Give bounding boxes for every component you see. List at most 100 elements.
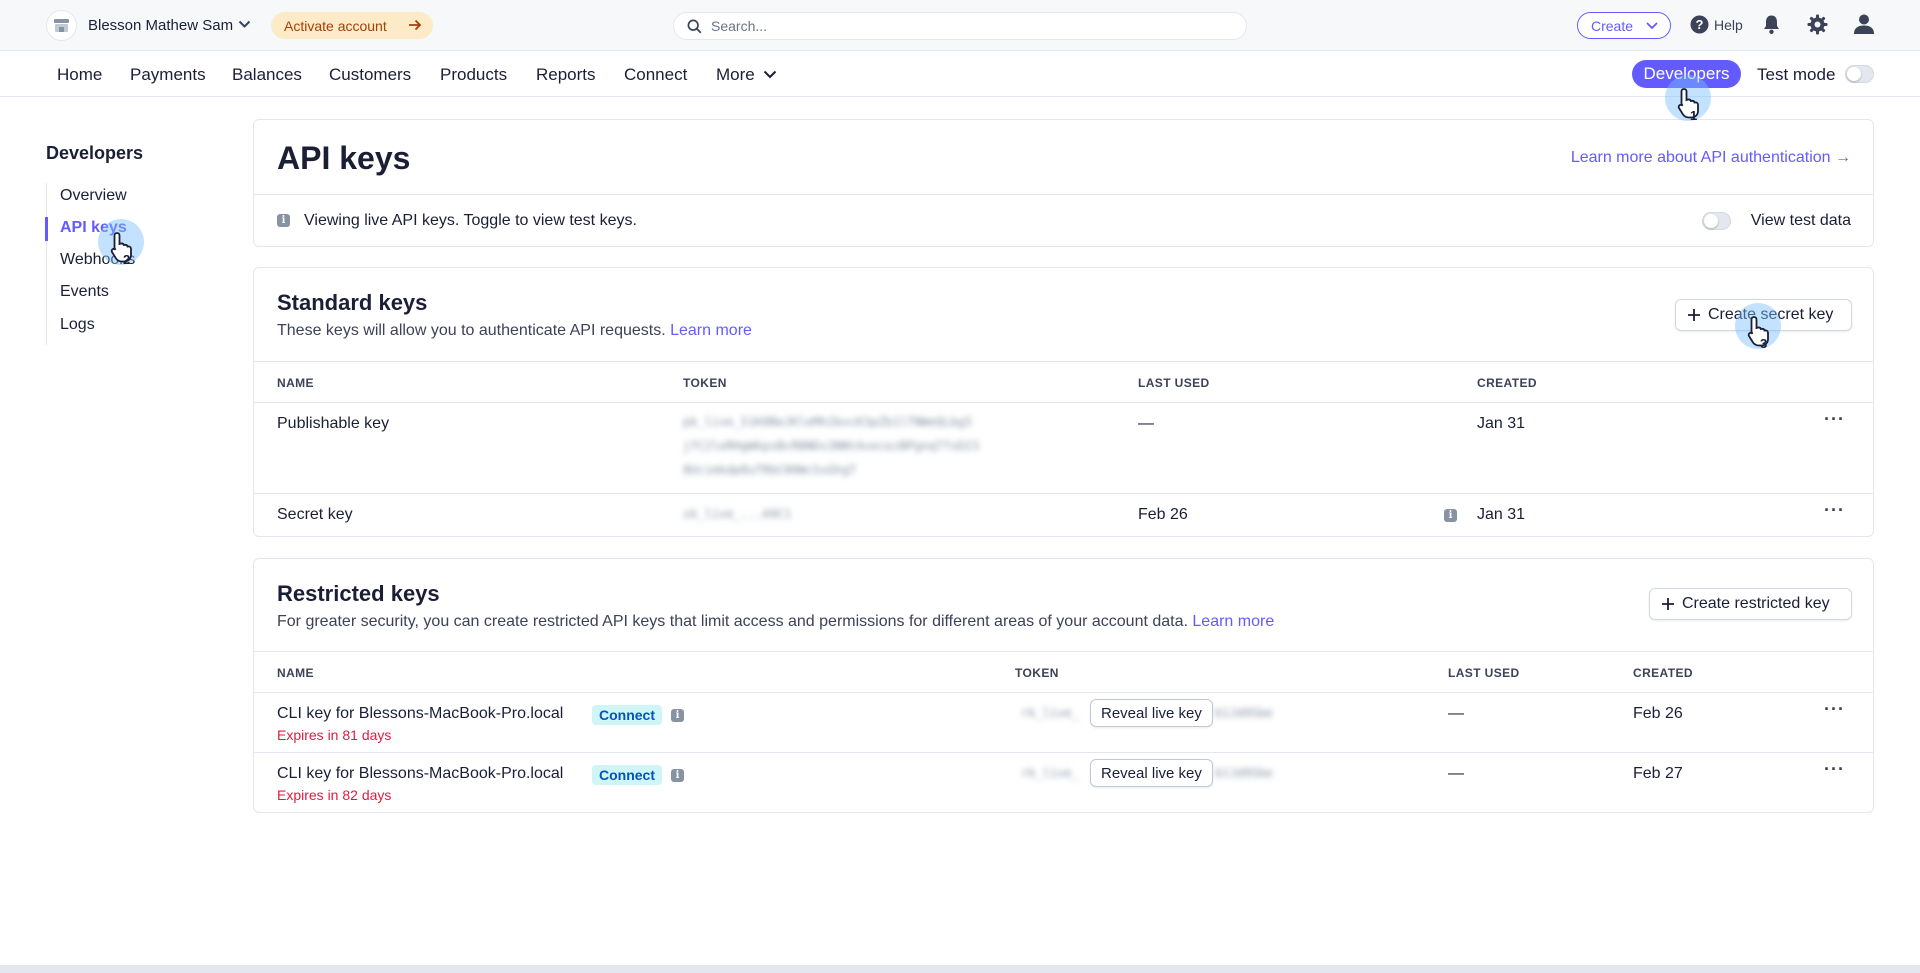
nav-item-connect[interactable]: Connect xyxy=(624,65,687,85)
sidebar-divider xyxy=(46,183,47,345)
info-icon[interactable]: i xyxy=(671,769,684,782)
key-name: Secret key xyxy=(277,506,353,523)
column-header-created: CREATED xyxy=(1633,666,1693,680)
sidebar-item-overview[interactable]: Overview xyxy=(60,187,127,205)
restricted-key-token-end: b1Jd9Sbe xyxy=(1215,706,1273,720)
create-restricted-key-button[interactable]: Create restricted key xyxy=(1649,588,1852,620)
help-button[interactable]: ? Help xyxy=(1690,15,1743,34)
sidebar-active-indicator xyxy=(45,217,48,241)
toggle-knob xyxy=(1704,214,1718,228)
table-header-divider xyxy=(254,402,1873,403)
info-icon[interactable]: i xyxy=(1444,509,1457,522)
learn-more-link[interactable]: Learn more xyxy=(1192,613,1274,630)
view-test-data-toggle[interactable] xyxy=(1702,212,1731,230)
last-used-value: — xyxy=(1138,415,1154,432)
row-divider xyxy=(254,752,1873,753)
hand-pointer-icon xyxy=(110,232,132,263)
nav-item-more[interactable]: More xyxy=(716,65,755,85)
activate-account-button[interactable]: Activate account xyxy=(271,12,433,39)
last-used-value: — xyxy=(1448,765,1464,782)
search-bar[interactable] xyxy=(673,12,1247,40)
expires-text: Expires in 81 days xyxy=(277,727,392,743)
test-mode-toggle[interactable] xyxy=(1845,65,1874,83)
arrow-right-icon xyxy=(409,19,422,31)
card-divider xyxy=(254,194,1873,195)
sidebar-item-logs[interactable]: Logs xyxy=(60,316,95,334)
tutorial-step-number: 1 xyxy=(1690,108,1698,123)
learn-more-api-auth-link[interactable]: Learn more about API authentication → xyxy=(1571,149,1851,167)
account-name[interactable]: Blesson Mathew Sam xyxy=(88,17,233,34)
column-header-token: TOKEN xyxy=(683,376,727,390)
gear-icon[interactable] xyxy=(1807,14,1828,35)
created-value: Jan 31 xyxy=(1477,506,1526,523)
description-text: For greater security, you can create res… xyxy=(277,613,1188,630)
description-text: These keys will allow you to authenticat… xyxy=(277,322,666,339)
last-used-value: Feb 26 xyxy=(1138,506,1188,523)
hand-pointer-icon xyxy=(1747,316,1769,347)
created-value: Feb 27 xyxy=(1633,765,1683,782)
created-value: Jan 31 xyxy=(1477,415,1526,432)
nav-item-home[interactable]: Home xyxy=(57,65,102,85)
row-actions-menu[interactable]: ··· xyxy=(1824,759,1845,780)
connect-badge: Connect xyxy=(592,765,662,785)
row-actions-menu[interactable]: ··· xyxy=(1824,500,1845,521)
restricted-key-name: CLI key for Blessons-MacBook-Pro.local xyxy=(277,705,564,722)
nav-item-balances[interactable]: Balances xyxy=(232,65,302,85)
api-keys-header-card: API keys Learn more about API authentica… xyxy=(253,119,1874,247)
nav-item-reports[interactable]: Reports xyxy=(536,65,596,85)
reveal-live-key-button[interactable]: Reveal live key xyxy=(1090,699,1213,727)
top-bar: Blesson Mathew Sam Activate account Crea… xyxy=(0,0,1920,51)
restricted-keys-title: Restricted keys xyxy=(277,581,440,606)
page-title: API keys xyxy=(277,140,411,176)
tutorial-step-number: 3 xyxy=(1760,336,1768,351)
restricted-key-token-end: b1Jd9Sbe xyxy=(1215,766,1273,780)
column-header-last-used: LAST USED xyxy=(1448,666,1520,680)
column-header-created: CREATED xyxy=(1477,376,1537,390)
last-used-value: — xyxy=(1448,705,1464,722)
live-keys-info-text: Viewing live API keys. Toggle to view te… xyxy=(304,212,637,229)
standard-keys-description: These keys will allow you to authenticat… xyxy=(277,322,752,340)
restricted-keys-card: Restricted keys For greater security, yo… xyxy=(253,558,1874,813)
svg-text:?: ? xyxy=(1696,17,1704,32)
publishable-key-token[interactable]: pk_live_51K0BeJKleMh2bvcK3pZb1lTNWeQLbg5… xyxy=(683,410,979,482)
chevron-down-icon[interactable] xyxy=(238,20,251,29)
plus-icon xyxy=(1662,598,1674,610)
search-icon xyxy=(687,19,702,34)
info-icon[interactable]: i xyxy=(671,709,684,722)
expires-text: Expires in 82 days xyxy=(277,787,392,803)
restricted-key-name: CLI key for Blessons-MacBook-Pro.local xyxy=(277,765,564,782)
search-input[interactable] xyxy=(711,17,1231,35)
nav-item-customers[interactable]: Customers xyxy=(329,65,411,85)
column-header-last-used: LAST USED xyxy=(1138,376,1210,390)
store-icon[interactable] xyxy=(46,10,77,41)
create-label: Create xyxy=(1591,17,1634,34)
tutorial-step-number: 2 xyxy=(123,252,131,267)
view-test-data-label: View test data xyxy=(1750,212,1851,229)
column-header-name: NAME xyxy=(277,376,314,390)
standard-keys-title: Standard keys xyxy=(277,290,428,315)
bell-icon[interactable] xyxy=(1762,14,1781,35)
reveal-live-key-button[interactable]: Reveal live key xyxy=(1090,759,1213,787)
nav-item-payments[interactable]: Payments xyxy=(130,65,206,85)
create-button[interactable]: Create xyxy=(1577,12,1671,39)
help-label: Help xyxy=(1714,16,1743,33)
sidebar-item-events[interactable]: Events xyxy=(60,283,109,301)
nav-item-products[interactable]: Products xyxy=(440,65,507,85)
connect-badge: Connect xyxy=(592,705,662,725)
restricted-key-token-start: rk_live_ xyxy=(1021,766,1079,780)
chevron-down-icon[interactable] xyxy=(763,70,777,79)
window-bottom-edge xyxy=(0,965,1920,973)
test-mode-label: Test mode xyxy=(1757,65,1836,84)
activate-account-label: Activate account xyxy=(284,17,387,34)
user-icon[interactable] xyxy=(1853,13,1875,35)
created-value: Feb 26 xyxy=(1633,705,1683,722)
card-divider xyxy=(254,651,1873,652)
key-name: Publishable key xyxy=(277,415,390,432)
learn-more-link[interactable]: Learn more xyxy=(670,322,752,339)
hand-pointer-icon xyxy=(1677,88,1699,119)
row-actions-menu[interactable]: ··· xyxy=(1824,699,1845,720)
secret-key-token[interactable]: sk_live_...A9C1 xyxy=(683,502,791,526)
restricted-key-token-start: rk_live_ xyxy=(1021,706,1079,720)
row-actions-menu[interactable]: ··· xyxy=(1824,409,1845,430)
row-divider xyxy=(254,493,1873,494)
